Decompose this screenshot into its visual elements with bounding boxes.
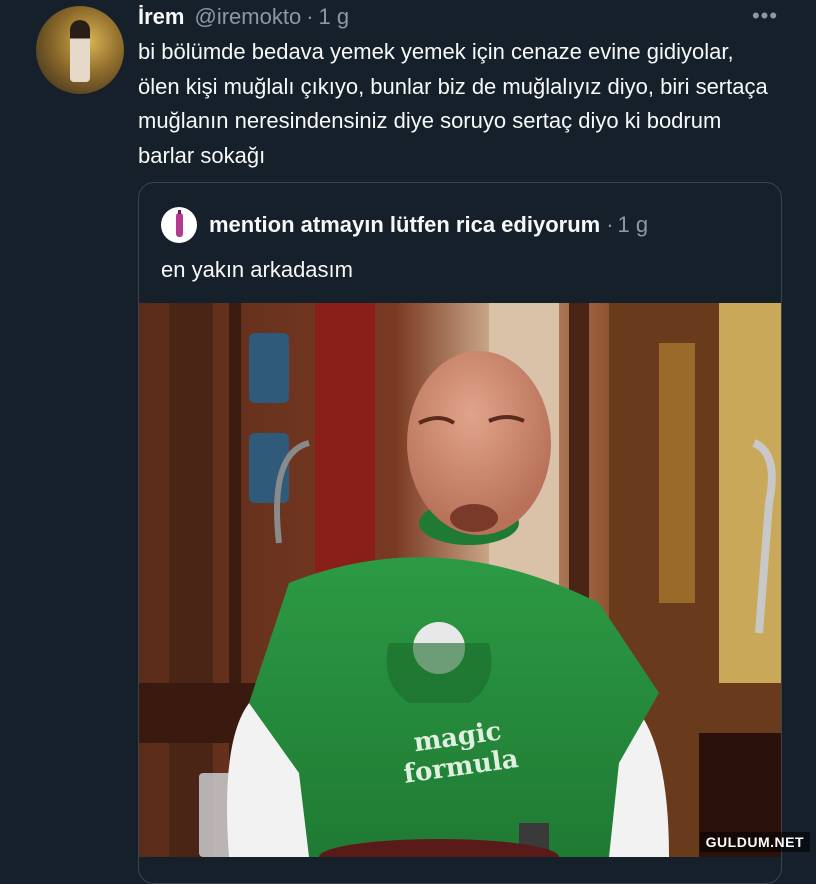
quoted-tweet-text: en yakın arkadasım [161,257,353,282]
quoted-tweet-header: mention atmayın lütfen rica ediyorum · 1… [161,207,648,243]
quoted-tweet-image[interactable]: magic formula [139,303,781,857]
tweet-timestamp[interactable]: 1 g [319,4,350,30]
quoted-header-separator: · [606,212,614,237]
scene-illustration: magic formula [139,303,781,857]
quoted-author-name[interactable]: mention atmayın lütfen rica ediyorum [209,212,600,238]
tweet-header: İrem @iremokto · 1 g [138,3,349,31]
more-options-button[interactable]: ••• [748,2,782,30]
author-avatar[interactable] [36,6,124,94]
avatar-figure [70,20,90,82]
bottle-icon [176,210,183,237]
quoted-tweet[interactable]: mention atmayın lütfen rica ediyorum · 1… [138,182,782,884]
tweet-text: bi bölümde bedava yemek yemek için cenaz… [138,39,768,168]
quoted-author-avatar[interactable] [161,207,197,243]
quoted-tweet-timestamp[interactable]: 1 g [618,212,649,238]
author-handle[interactable]: @iremokto [194,4,301,30]
more-dots-icon: ••• [751,3,779,28]
watermark: GULDUM.NET [699,832,810,852]
header-separator: · [306,4,314,29]
author-name[interactable]: İrem [138,4,184,30]
